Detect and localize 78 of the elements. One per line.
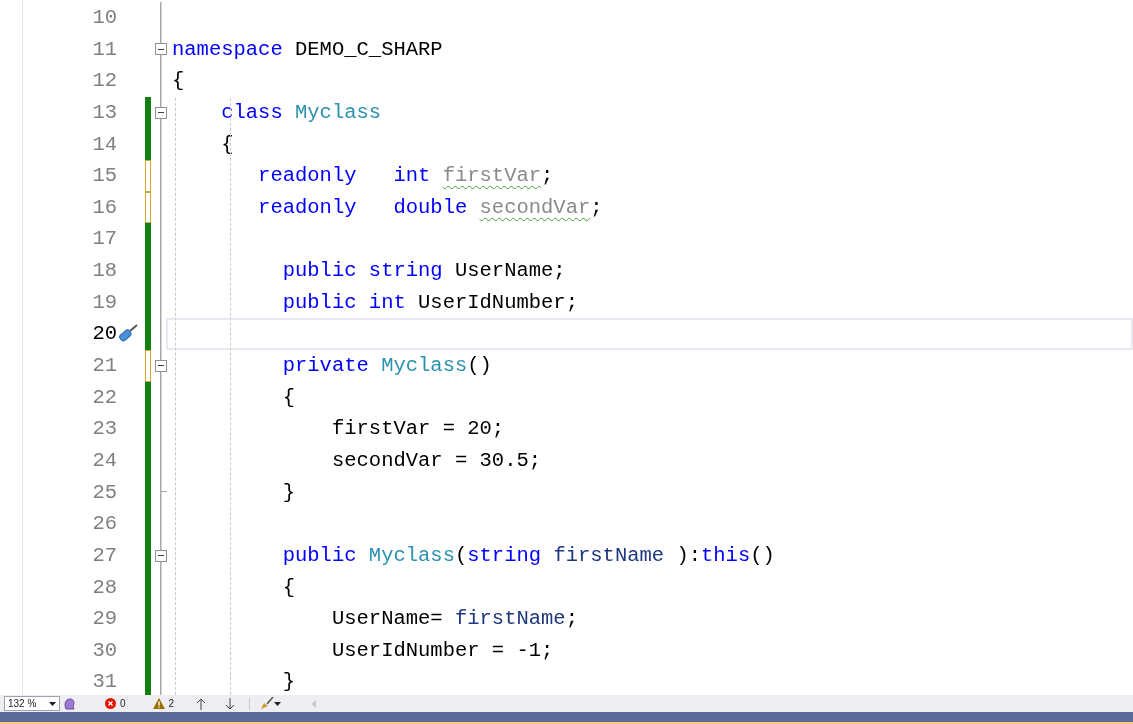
line-number: 17 xyxy=(91,226,117,253)
line-number: 23 xyxy=(91,416,117,443)
line-number: 28 xyxy=(91,574,117,601)
code-token: public xyxy=(281,290,357,314)
line-number: 21 xyxy=(91,353,117,380)
arrow-up-icon[interactable] xyxy=(196,697,207,710)
code-token: { xyxy=(220,132,234,156)
code-token: DEMO_C_SHARP xyxy=(294,37,443,61)
line-number: 10 xyxy=(91,5,117,31)
line-number: 13 xyxy=(91,99,117,126)
warning-count[interactable]: 2 xyxy=(152,698,175,709)
code-token: ; xyxy=(590,195,603,219)
code-token: public xyxy=(281,259,357,283)
code-token: UserIdNumber; xyxy=(417,290,578,314)
code-token: firstVar xyxy=(442,164,542,188)
line-number: 30 xyxy=(91,637,117,664)
line-number: 22 xyxy=(91,384,117,411)
code-token: public xyxy=(281,543,357,567)
collapse-icon[interactable] xyxy=(155,43,167,56)
code-token: UserIdNumber = -1; xyxy=(330,638,554,662)
code-token: secondVar = 30.5; xyxy=(330,448,542,472)
code-token: this xyxy=(701,543,751,567)
line-number: 14 xyxy=(91,131,117,158)
code-token: { xyxy=(281,385,296,409)
code-token: firstVar = 20; xyxy=(330,417,505,441)
code-token: Myclass xyxy=(294,100,382,124)
line-number: 18 xyxy=(91,258,117,285)
caret-icon xyxy=(49,701,56,706)
collapse-icon[interactable] xyxy=(155,549,167,562)
line-number: 16 xyxy=(91,194,117,221)
code-token: UserName; xyxy=(453,259,566,283)
code-token: firstName xyxy=(552,543,665,567)
code-token: ): xyxy=(675,543,701,567)
code-token: { xyxy=(281,575,296,599)
code-token: () xyxy=(750,543,775,567)
code-token: UserName= xyxy=(330,607,444,631)
code-token: string xyxy=(367,259,443,283)
line-number: 29 xyxy=(91,606,117,633)
error-count[interactable]: 0 xyxy=(105,698,126,709)
line-number: 26 xyxy=(91,511,117,538)
line-number: 31 xyxy=(91,669,117,695)
zoom-dropdown[interactable]: 132 % xyxy=(4,696,60,711)
code-token: private xyxy=(281,354,369,378)
line-number: 24 xyxy=(91,447,117,474)
code-token: } xyxy=(281,480,296,504)
code-token: int xyxy=(392,164,432,188)
warning-icon xyxy=(152,698,165,709)
collapse-icon[interactable] xyxy=(155,359,167,372)
code-token: () xyxy=(467,354,492,378)
brush-icon[interactable] xyxy=(260,697,275,710)
code-token: Myclass xyxy=(367,543,455,567)
code-token: namespace xyxy=(172,37,283,61)
code-token: ; xyxy=(565,607,578,631)
code-token: } xyxy=(281,670,296,694)
line-number: 19 xyxy=(91,289,117,316)
line-number: 15 xyxy=(91,163,117,190)
code-token: readonly xyxy=(257,195,357,219)
code-token: class xyxy=(220,100,283,124)
code-token: Myclass xyxy=(380,354,468,378)
line-number: 20 xyxy=(91,321,117,348)
line-number: 11 xyxy=(91,36,117,63)
code-token: readonly xyxy=(257,164,357,188)
caret-icon[interactable] xyxy=(274,701,282,706)
code-token: firstName xyxy=(454,607,566,631)
collapse-icon[interactable] xyxy=(155,106,167,119)
code-token: ( xyxy=(454,543,468,567)
code-token: string xyxy=(467,543,542,567)
assistant-icon[interactable] xyxy=(63,696,77,711)
code-token: { xyxy=(172,69,185,93)
code-token: ; xyxy=(541,164,554,188)
line-number: 12 xyxy=(91,68,117,95)
code-token: double xyxy=(392,195,469,219)
arrow-down-icon[interactable] xyxy=(225,697,236,710)
code-token: int xyxy=(367,290,406,314)
code-token: secondVar xyxy=(479,195,591,219)
line-number: 27 xyxy=(91,542,117,569)
error-icon xyxy=(105,698,116,709)
line-number: 25 xyxy=(91,479,117,506)
